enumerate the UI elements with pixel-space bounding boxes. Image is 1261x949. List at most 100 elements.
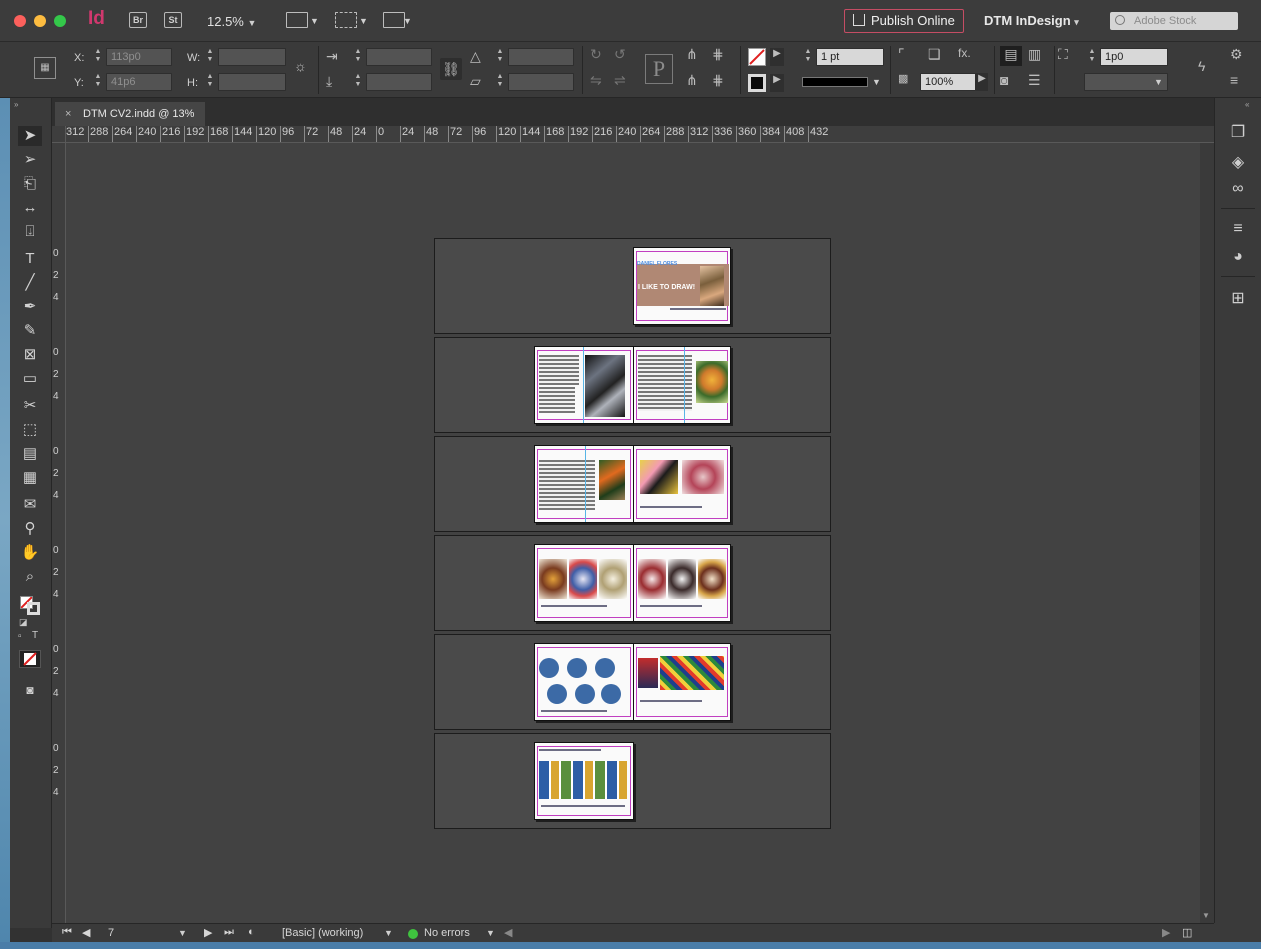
page-8[interactable] xyxy=(534,643,634,721)
zoom-level-dropdown[interactable]: 12.5% ▼ xyxy=(207,14,256,29)
expand-panels-icon[interactable]: « xyxy=(1245,100,1249,109)
spread-5[interactable] xyxy=(434,634,831,730)
text-wrap-bounding-icon[interactable]: ▥ xyxy=(1028,46,1041,63)
stock-button[interactable]: St xyxy=(164,12,182,28)
close-tab-icon[interactable]: × xyxy=(65,102,71,126)
panel-menu-icon[interactable]: ≡ xyxy=(1230,72,1238,88)
adobe-stock-search-input[interactable]: Adobe Stock xyxy=(1110,12,1238,30)
publish-online-button[interactable]: Publish Online xyxy=(844,9,964,33)
fill-none-swatch[interactable] xyxy=(748,48,766,66)
page-3[interactable] xyxy=(633,346,731,424)
page-cover[interactable]: DANIEL FLORES I LIKE TO DRAW! xyxy=(633,247,731,325)
page-number-field[interactable]: 7 xyxy=(108,927,114,939)
select-content-icon[interactable]: ⋔ xyxy=(686,72,698,89)
spread-2[interactable] xyxy=(434,337,831,433)
stroke-swatch[interactable] xyxy=(748,74,766,92)
rotate-cw-icon[interactable]: ↻ xyxy=(590,46,602,63)
fitting-frame-icon[interactable]: ⛶ xyxy=(1058,46,1068,63)
page-7[interactable] xyxy=(633,544,731,622)
view-options-icon[interactable] xyxy=(286,12,308,28)
link-scale-icon[interactable]: ⛓ xyxy=(440,58,462,80)
page-9[interactable] xyxy=(633,643,731,721)
spread-3[interactable] xyxy=(434,436,831,532)
h-field[interactable] xyxy=(218,73,286,91)
last-page-icon[interactable]: ⏭ xyxy=(224,926,234,939)
rotate-stepper[interactable]: ▲ ▼ xyxy=(494,48,506,66)
reference-point-icon[interactable]: ▦ xyxy=(34,57,56,79)
vertical-scrollbar[interactable]: ▼ xyxy=(1200,143,1214,923)
open-document-icon[interactable]: ◐ xyxy=(248,926,255,938)
pages-panel-icon[interactable]: ❐ xyxy=(1227,122,1249,144)
page-2[interactable] xyxy=(534,346,634,424)
shear-stepper[interactable]: ▲ ▼ xyxy=(494,73,506,91)
scale-x-stepper[interactable]: ▲ ▼ xyxy=(352,48,364,66)
ruler-origin[interactable] xyxy=(52,126,66,143)
rectangle-tool-icon[interactable]: ▭ xyxy=(18,369,42,389)
constrain-proportions-icon[interactable]: ☼ xyxy=(294,58,307,74)
scissors-tool-icon[interactable]: ✂ xyxy=(18,396,42,416)
default-colors-icon[interactable]: ◪ xyxy=(19,617,28,628)
screen-mode-icon[interactable] xyxy=(335,12,357,28)
arrange-documents-icon[interactable] xyxy=(383,12,405,28)
scroll-down-icon[interactable]: ▼ xyxy=(1202,911,1210,920)
swatches-panel-icon[interactable]: ◕ xyxy=(1227,248,1249,270)
fill-menu-button[interactable]: ▶ xyxy=(770,48,784,66)
rotate-field[interactable] xyxy=(508,48,574,66)
page-5[interactable] xyxy=(633,445,731,523)
pen-tool-icon[interactable]: ✒ xyxy=(18,297,42,317)
gap-tool-icon[interactable]: ↔ xyxy=(18,198,42,218)
eyedropper-tool-icon[interactable]: ⚲ xyxy=(18,519,42,539)
collapse-panel-icon[interactable]: » xyxy=(14,100,18,109)
y-field[interactable]: 41p6 xyxy=(106,73,172,91)
page-4[interactable] xyxy=(534,445,634,523)
split-window-icon[interactable]: ◫ xyxy=(1182,926,1192,939)
w-stepper[interactable]: ▲ ▼ xyxy=(204,48,216,66)
text-wrap-shape-icon[interactable]: ◙ xyxy=(1000,72,1008,88)
document-tab[interactable]: × DTM CV2.indd @ 13% xyxy=(55,102,205,126)
direct-selection-tool-icon[interactable]: ➢ xyxy=(18,150,42,170)
pencil-tool-icon[interactable]: ✎ xyxy=(18,321,42,341)
x-stepper[interactable]: ▲ ▼ xyxy=(92,48,104,66)
formatting-text-icon[interactable]: T xyxy=(32,630,38,641)
scale-x-field[interactable] xyxy=(366,48,432,66)
page-6[interactable] xyxy=(534,544,634,622)
content-collector-icon[interactable]: ⍗ xyxy=(18,222,42,242)
scale-y-field[interactable] xyxy=(366,73,432,91)
flip-vertical-icon[interactable]: ⇌ xyxy=(614,72,626,89)
page-tool-icon[interactable]: ⎗ xyxy=(18,174,42,194)
select-next-icon[interactable]: ⋕ xyxy=(712,46,724,63)
scale-y-stepper[interactable]: ▲ ▼ xyxy=(352,73,364,91)
zoom-window-button[interactable] xyxy=(54,15,66,27)
hand-tool-icon[interactable]: ✋ xyxy=(18,543,42,563)
spread-1[interactable]: DANIEL FLORES I LIKE TO DRAW! xyxy=(434,238,831,334)
scroll-left-icon[interactable]: ◀ xyxy=(504,926,512,939)
gear-icon[interactable]: ⚙ xyxy=(1230,46,1243,63)
spread-4[interactable] xyxy=(434,535,831,631)
offset-stepper[interactable]: ▲ ▼ xyxy=(1086,48,1098,66)
gradient-feather-tool-icon[interactable]: ▦ xyxy=(18,468,42,488)
stroke-menu-button[interactable]: ▶ xyxy=(770,74,784,92)
table-panel-icon[interactable]: ⊞ xyxy=(1227,288,1249,310)
quick-apply-icon[interactable]: ϟ xyxy=(1198,58,1205,74)
previous-page-icon[interactable]: ◀ xyxy=(82,926,90,939)
apply-none-button[interactable] xyxy=(19,650,41,668)
bridge-button[interactable]: Br xyxy=(129,12,147,28)
stroke-type-preview[interactable] xyxy=(802,77,868,87)
gradient-swatch-tool-icon[interactable]: ▤ xyxy=(18,444,42,464)
next-page-icon[interactable]: ▶ xyxy=(204,926,212,939)
type-tool-icon[interactable]: T xyxy=(18,249,42,269)
first-page-icon[interactable]: ⏮ xyxy=(62,926,72,939)
minimize-window-button[interactable] xyxy=(34,15,46,27)
links-panel-icon[interactable]: ∞ xyxy=(1227,180,1249,202)
opacity-field[interactable]: 100% xyxy=(920,73,976,91)
select-container-icon[interactable]: ⋔ xyxy=(686,46,698,63)
workspace-switcher[interactable]: DTM InDesign ▾ xyxy=(984,13,1079,28)
stroke-swatch[interactable] xyxy=(27,602,40,615)
preflight-errors[interactable]: No errors xyxy=(424,927,470,939)
line-tool-icon[interactable]: ╱ xyxy=(18,273,42,293)
corner-options-icon[interactable]: ⌜ xyxy=(898,46,905,63)
page-10[interactable] xyxy=(534,742,634,820)
y-stepper[interactable]: ▲ ▼ xyxy=(92,73,104,91)
stroke-weight-stepper[interactable]: ▲ ▼ xyxy=(802,48,814,66)
offset-field[interactable]: 1p0 xyxy=(1100,48,1168,66)
